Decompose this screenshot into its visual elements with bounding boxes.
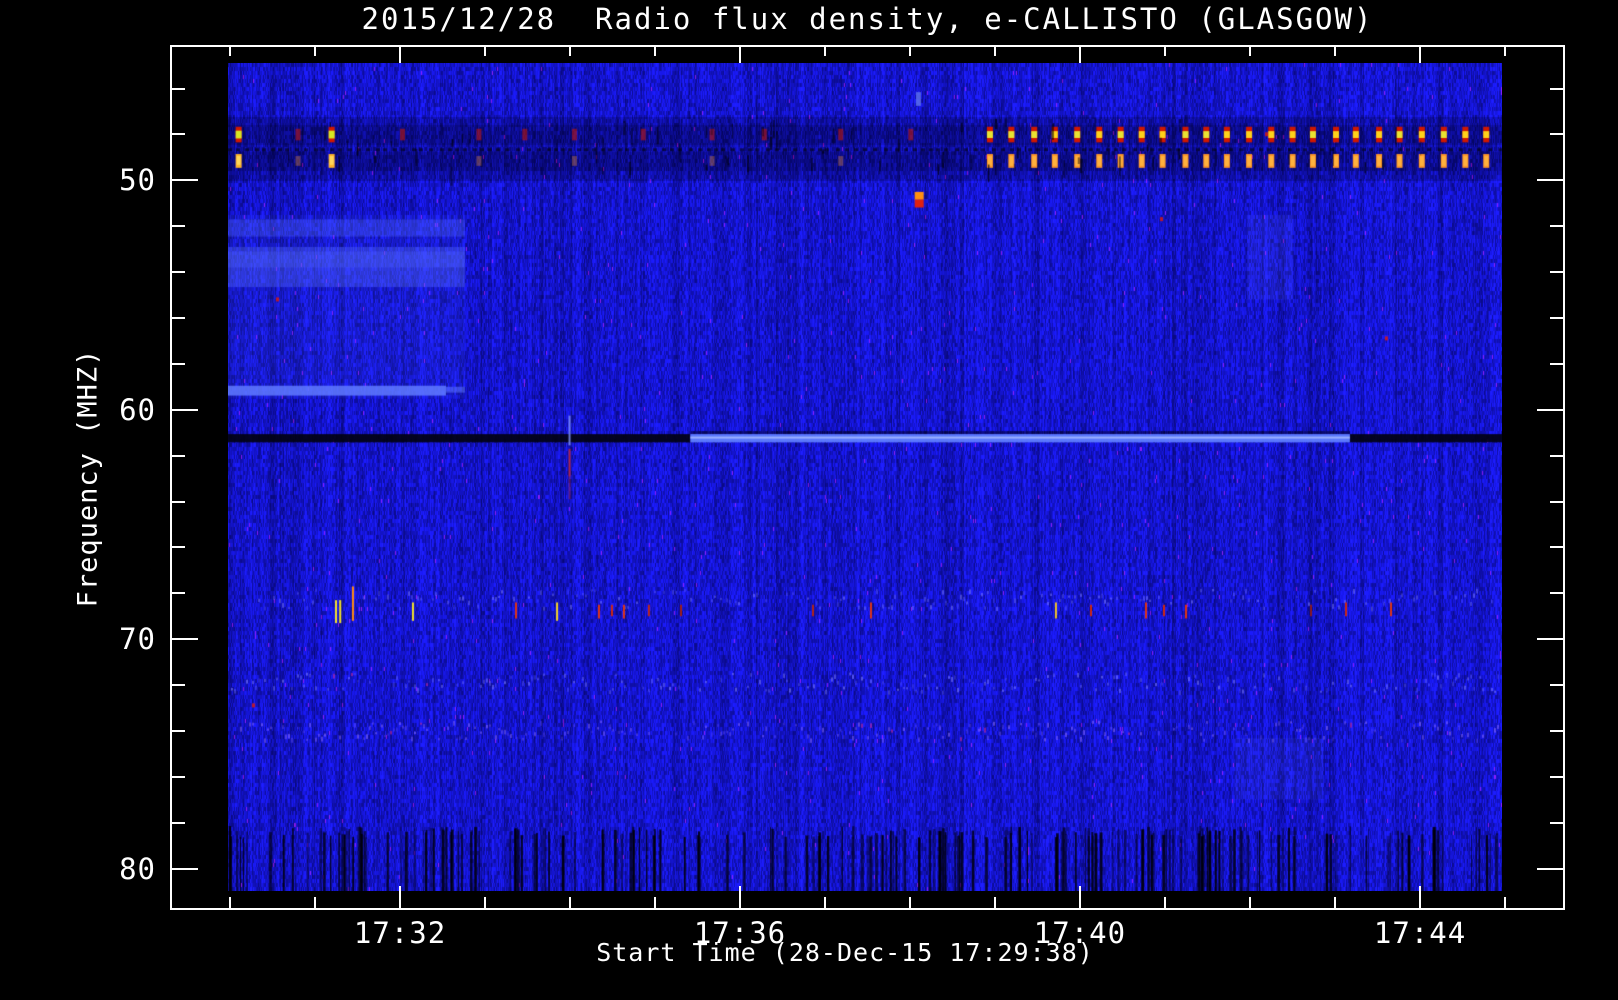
spectrogram-page: 2015/12/28 Radio flux density, e-CALLIST… — [0, 0, 1618, 1000]
y-axis-major-tick-right — [1537, 179, 1563, 182]
x-axis-major-tick-top — [738, 47, 741, 63]
x-axis-tick-label: 17:32 — [353, 916, 447, 950]
x-axis-major-tick-bottom — [738, 886, 741, 908]
y-axis-title: Frequency (MHZ) — [72, 348, 104, 608]
x-axis-minor-tick-bottom — [313, 897, 316, 908]
y-axis-minor-tick-right — [1550, 225, 1563, 228]
y-axis-minor-tick-right — [1550, 592, 1563, 595]
x-axis-minor-tick-top — [823, 47, 826, 56]
x-axis-minor-tick-top — [569, 47, 572, 56]
x-axis-minor-tick-bottom — [483, 897, 486, 908]
x-axis-minor-tick-bottom — [1164, 897, 1167, 908]
x-axis-major-tick-bottom — [1078, 886, 1081, 908]
y-axis-tick-label: 50 — [119, 163, 156, 198]
chart-title: 2015/12/28 Radio flux density, e-CALLIST… — [361, 2, 1374, 36]
x-axis-minor-tick-bottom — [1504, 897, 1506, 908]
x-axis-minor-tick-bottom — [823, 897, 826, 908]
y-axis-minor-tick-right — [1550, 546, 1563, 549]
y-axis-minor-tick-left — [172, 546, 185, 549]
y-axis-minor-tick-right — [1550, 271, 1563, 274]
y-axis-minor-tick-right — [1550, 730, 1563, 733]
y-axis-minor-tick-left — [172, 684, 185, 687]
y-axis-major-tick-left — [172, 867, 198, 870]
x-axis-minor-tick-top — [228, 47, 231, 56]
x-axis-minor-tick-top — [1164, 47, 1167, 56]
x-axis-minor-tick-bottom — [1249, 897, 1251, 908]
x-axis-minor-tick-top — [654, 47, 657, 56]
y-axis-minor-tick-right — [1550, 133, 1563, 136]
y-axis-major-tick-left — [172, 179, 198, 182]
y-axis-minor-tick-right — [1550, 775, 1563, 778]
x-axis-tick-label: 17:44 — [1373, 916, 1467, 950]
x-axis-minor-tick-bottom — [1334, 897, 1337, 908]
y-axis-tick-label: 80 — [119, 851, 156, 886]
y-axis-minor-tick-left — [172, 592, 185, 595]
x-axis-minor-tick-bottom — [228, 897, 231, 908]
plot-frame — [170, 45, 1565, 910]
x-axis-major-tick-top — [1419, 47, 1422, 63]
x-axis-minor-tick-top — [1249, 47, 1251, 56]
x-axis-tick-label: 17:36 — [693, 916, 787, 950]
x-axis-minor-tick-top — [1504, 47, 1506, 56]
y-axis-minor-tick-left — [172, 225, 185, 228]
y-axis-minor-tick-left — [172, 454, 185, 457]
y-axis-minor-tick-left — [172, 133, 185, 136]
x-axis-minor-tick-bottom — [569, 897, 572, 908]
x-axis-major-tick-top — [1078, 47, 1081, 63]
y-axis-minor-tick-right — [1550, 684, 1563, 687]
x-axis-minor-tick-bottom — [654, 897, 657, 908]
x-axis-minor-tick-top — [313, 47, 316, 56]
x-axis-tick-label: 17:40 — [1033, 916, 1127, 950]
y-axis-minor-tick-right — [1550, 500, 1563, 503]
y-axis-minor-tick-left — [172, 500, 185, 503]
y-axis-minor-tick-left — [172, 775, 185, 778]
y-axis-minor-tick-left — [172, 730, 185, 733]
y-axis-minor-tick-right — [1550, 454, 1563, 457]
x-axis-minor-tick-top — [909, 47, 912, 56]
x-axis-major-tick-top — [399, 47, 402, 63]
y-axis-minor-tick-left — [172, 317, 185, 320]
x-axis-minor-tick-bottom — [994, 897, 996, 908]
y-axis-major-tick-left — [172, 638, 198, 641]
y-axis-minor-tick-right — [1550, 821, 1563, 824]
y-axis-minor-tick-left — [172, 87, 185, 90]
x-axis-minor-tick-bottom — [909, 897, 912, 908]
y-axis-major-tick-right — [1537, 867, 1563, 870]
y-axis-minor-tick-right — [1550, 317, 1563, 320]
y-axis-major-tick-right — [1537, 638, 1563, 641]
x-axis-major-tick-bottom — [1419, 886, 1422, 908]
x-axis-minor-tick-top — [1334, 47, 1337, 56]
y-axis-tick-label: 60 — [119, 392, 156, 427]
y-axis-major-tick-left — [172, 408, 198, 411]
x-axis-minor-tick-top — [483, 47, 486, 56]
y-axis-minor-tick-right — [1550, 87, 1563, 90]
y-axis-major-tick-right — [1537, 408, 1563, 411]
x-axis-minor-tick-top — [994, 47, 996, 56]
y-axis-minor-tick-right — [1550, 362, 1563, 365]
x-axis-major-tick-bottom — [399, 886, 402, 908]
y-axis-minor-tick-left — [172, 821, 185, 824]
y-axis-tick-label: 70 — [119, 622, 156, 657]
y-axis-minor-tick-left — [172, 362, 185, 365]
y-axis-minor-tick-left — [172, 271, 185, 274]
